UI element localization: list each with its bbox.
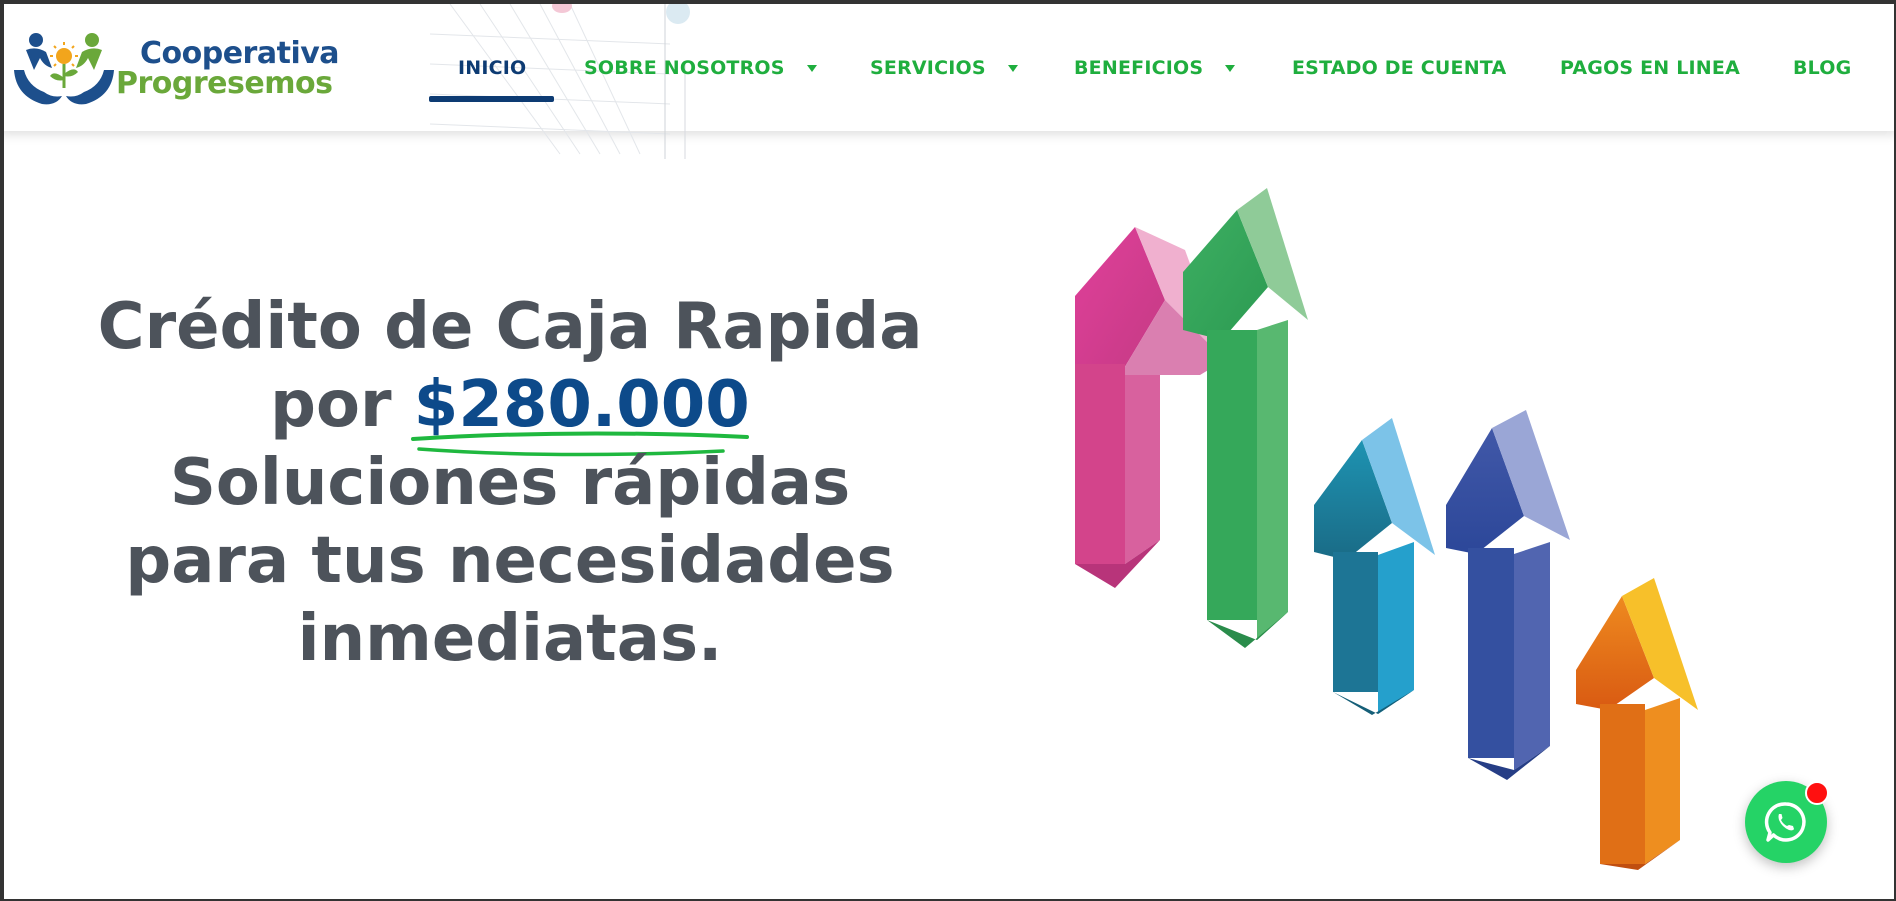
nav-sobre-nosotros-label: SOBRE NOSOTROS [584, 56, 785, 79]
whatsapp-icon [1764, 802, 1806, 842]
active-nav-indicator [429, 96, 554, 102]
nav-beneficios-label: BENEFICIOS [1074, 56, 1204, 79]
chevron-down-icon [1225, 65, 1236, 72]
hero-line-5: inmediatas. [297, 602, 723, 676]
nav-pagos-en-linea-label: PAGOS EN LINEA [1560, 56, 1740, 79]
nav-servicios[interactable]: SERVICIOS [870, 4, 1018, 131]
brand-name-line2: Progresemos [116, 66, 333, 101]
blue-arrow [1446, 410, 1570, 780]
window-top-border [0, 0, 1896, 4]
hero-line-1: Crédito de Caja Rapida [97, 290, 923, 364]
hero-line-2-prefix: por [270, 368, 414, 442]
cooperative-hands-icon [14, 33, 114, 105]
nav-blog[interactable]: BLOG [1793, 4, 1851, 131]
chevron-down-icon [806, 65, 817, 72]
hero-line-3: Soluciones rápidas [169, 446, 851, 520]
hero-heading: Crédito de Caja Rapida por $280.000 Solu… [80, 288, 940, 678]
nav-beneficios[interactable]: BENEFICIOS [1074, 4, 1236, 131]
growth-arrows-illustration [1075, 188, 1698, 870]
nav-sobre-nosotros[interactable]: SOBRE NOSOTROS [584, 4, 817, 131]
nav-inicio-label: INICIO [458, 56, 527, 79]
nav-estado-de-cuenta[interactable]: ESTADO DE CUENTA [1292, 4, 1506, 131]
nav-inicio[interactable]: INICIO [458, 4, 526, 131]
hero-line-4: para tus necesidades [125, 524, 895, 598]
hero-line-2: por $280.000 [80, 366, 940, 444]
chevron-down-icon [1007, 65, 1018, 72]
credit-amount: $280.000 [413, 368, 750, 442]
whatsapp-chat-button[interactable] [1745, 781, 1829, 863]
nav-servicios-label: SERVICIOS [870, 56, 986, 79]
green-arrow [1183, 188, 1308, 648]
nav-estado-de-cuenta-label: ESTADO DE CUENTA [1292, 56, 1507, 79]
orange-arrow [1576, 578, 1698, 870]
brand-logo[interactable]: Cooperativa Progresemos [12, 30, 342, 110]
teal-arrow [1314, 418, 1435, 715]
notification-badge [1805, 781, 1829, 805]
nav-blog-label: BLOG [1793, 56, 1852, 79]
nav-pagos-en-linea[interactable]: PAGOS EN LINEA [1560, 4, 1740, 131]
